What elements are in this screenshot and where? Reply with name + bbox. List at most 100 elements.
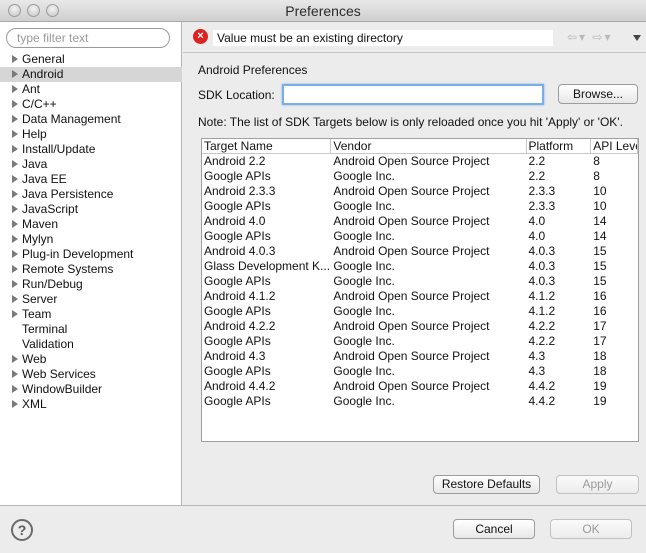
table-cell: 2.3.3	[528, 199, 556, 213]
browse-button[interactable]: Browse...	[558, 84, 638, 104]
expand-triangle-icon[interactable]	[12, 115, 18, 123]
tree-item-xml[interactable]: XML	[0, 397, 182, 412]
table-row[interactable]: Android 4.1.2 Android Open Source Project…	[202, 289, 638, 304]
restore-defaults-button[interactable]: Restore Defaults	[433, 475, 540, 494]
tree-item-server[interactable]: Server	[0, 292, 182, 307]
ok-button[interactable]: OK	[550, 519, 632, 539]
tree-item-data-management[interactable]: Data Management	[0, 112, 182, 127]
table-row[interactable]: Android 2.3.3 Android Open Source Project…	[202, 184, 638, 199]
tree-item-remote-systems[interactable]: Remote Systems	[0, 262, 182, 277]
tree-item-android[interactable]: Android	[0, 67, 182, 82]
table-row[interactable]: Google APIs Google Inc. 4.3 18	[202, 364, 638, 379]
expand-triangle-icon[interactable]	[12, 310, 18, 318]
expand-triangle-icon[interactable]	[12, 100, 18, 108]
tree-item-general[interactable]: General	[0, 52, 182, 67]
table-row[interactable]: Glass Development K... Google Inc. 4.0.3 15	[202, 259, 638, 274]
expand-triangle-icon[interactable]	[12, 70, 18, 78]
table-row[interactable]: Google APIs Google Inc. 4.4.2 19	[202, 394, 638, 409]
tree-item-ant[interactable]: Ant	[0, 82, 182, 97]
table-row[interactable]: Google APIs Google Inc. 4.0 14	[202, 229, 638, 244]
tree-item-help[interactable]: Help	[0, 127, 182, 142]
forward-arrow-icon[interactable]: ⇨▾	[592, 30, 612, 44]
table-row[interactable]: Google APIs Google Inc. 2.3.3 10	[202, 199, 638, 214]
expand-triangle-icon[interactable]	[12, 370, 18, 378]
expand-triangle-icon[interactable]	[12, 385, 18, 393]
table-cell: Android 4.0	[204, 214, 266, 228]
filter-input[interactable]: type filter text	[6, 28, 170, 48]
table-row[interactable]: Google APIs Google Inc. 4.2.2 17	[202, 334, 638, 349]
expand-triangle-icon[interactable]	[12, 400, 18, 408]
expand-triangle-icon[interactable]	[12, 175, 18, 183]
table-cell: 4.0	[528, 214, 546, 228]
expand-triangle-icon[interactable]	[12, 190, 18, 198]
expand-triangle-icon[interactable]	[12, 130, 18, 138]
expand-triangle-icon[interactable]	[12, 250, 18, 258]
cancel-button[interactable]: Cancel	[453, 519, 535, 539]
help-icon[interactable]: ?	[11, 519, 33, 541]
expand-triangle-icon[interactable]	[12, 85, 18, 93]
expand-triangle-icon[interactable]	[12, 220, 18, 228]
table-cell: 19	[593, 379, 607, 393]
expand-triangle-icon[interactable]	[12, 235, 18, 243]
tree-item-terminal[interactable]: Terminal	[0, 322, 182, 337]
tree-item-java-persistence[interactable]: Java Persistence	[0, 187, 182, 202]
expand-triangle-icon[interactable]	[12, 265, 18, 273]
column-header-target-name[interactable]: Target Name	[202, 139, 332, 154]
table-row[interactable]: Android 4.3 Android Open Source Project 4.…	[202, 349, 638, 364]
sdk-location-input[interactable]	[282, 84, 544, 105]
table-cell: Google APIs	[204, 364, 271, 378]
expand-triangle-icon[interactable]	[12, 205, 18, 213]
tree-item-web[interactable]: Web	[0, 352, 182, 367]
message-bar: × Value must be an existing directory ⇦▾…	[189, 26, 641, 48]
column-header-api-level[interactable]: API Level	[591, 139, 638, 154]
table-cell: 4.0.3	[528, 244, 556, 258]
tree-item-maven[interactable]: Maven	[0, 217, 182, 232]
tree-item-mylyn[interactable]: Mylyn	[0, 232, 182, 247]
back-arrow-icon[interactable]: ⇦▾	[567, 30, 587, 44]
expand-triangle-icon[interactable]	[12, 160, 18, 168]
expand-triangle-icon[interactable]	[12, 355, 18, 363]
expand-triangle-icon[interactable]	[12, 55, 18, 63]
tree-item-javascript[interactable]: JavaScript	[0, 202, 182, 217]
table-row[interactable]: Google APIs Google Inc. 4.0.3 15	[202, 274, 638, 289]
expand-triangle-icon[interactable]	[12, 280, 18, 288]
column-header-vendor[interactable]: Vendor	[331, 139, 527, 154]
tree-item-install-update[interactable]: Install/Update	[0, 142, 182, 157]
table-cell: 17	[593, 334, 607, 348]
tree-item-java-ee[interactable]: Java EE	[0, 172, 182, 187]
table-row[interactable]: Android 4.4.2 Android Open Source Project…	[202, 379, 638, 394]
tree-item-validation[interactable]: Validation	[0, 337, 182, 352]
tree-item-plug-in-development[interactable]: Plug-in Development	[0, 247, 182, 262]
tree-item-label: Web	[22, 352, 47, 366]
tree-item-label: Remote Systems	[22, 262, 114, 276]
table-row[interactable]: Android 4.2.2 Android Open Source Project…	[202, 319, 638, 334]
tree-item-web-services[interactable]: Web Services	[0, 367, 182, 382]
table-row[interactable]: Android 2.2 Android Open Source Project 2.…	[202, 154, 638, 169]
tree-item-java[interactable]: Java	[0, 157, 182, 172]
tree-item-run-debug[interactable]: Run/Debug	[0, 277, 182, 292]
table-cell: 4.2.2	[528, 334, 556, 348]
preferences-tree: General Android Ant C/C++ Data Management Hel…	[0, 52, 182, 412]
table-cell: Android Open Source Project	[333, 319, 490, 333]
table-row[interactable]: Google APIs Google Inc. 2.2 8	[202, 169, 638, 184]
error-icon: ×	[193, 29, 208, 44]
table-row[interactable]: Android 4.0.3 Android Open Source Project…	[202, 244, 638, 259]
page-title: Android Preferences	[198, 63, 308, 77]
apply-button[interactable]: Apply	[556, 475, 639, 494]
table-cell: Google APIs	[204, 229, 271, 243]
tree-item-c-c-[interactable]: C/C++	[0, 97, 182, 112]
table-cell: Google APIs	[204, 304, 271, 318]
table-row[interactable]: Android 4.0 Android Open Source Project 4.…	[202, 214, 638, 229]
table-cell: 4.0.3	[528, 259, 556, 273]
tree-item-label: JavaScript	[22, 202, 79, 216]
sdk-targets-table[interactable]: Target Name Vendor Platform API Level An…	[201, 138, 639, 442]
table-cell: Android Open Source Project	[333, 184, 490, 198]
view-menu-icon[interactable]	[633, 35, 641, 41]
column-header-platform[interactable]: Platform	[527, 139, 592, 154]
expand-triangle-icon[interactable]	[12, 145, 18, 153]
tree-item-team[interactable]: Team	[0, 307, 182, 322]
table-row[interactable]: Google APIs Google Inc. 4.1.2 16	[202, 304, 638, 319]
table-cell: 10	[593, 184, 607, 198]
tree-item-windowbuilder[interactable]: WindowBuilder	[0, 382, 182, 397]
expand-triangle-icon[interactable]	[12, 295, 18, 303]
